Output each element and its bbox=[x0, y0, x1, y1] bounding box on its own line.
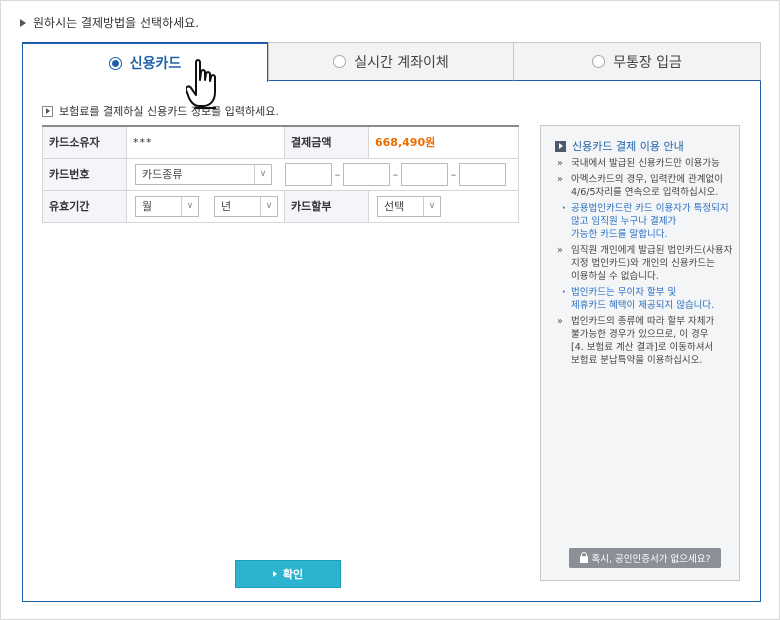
cert-button-label: 혹시, 공인인증서가 없으세요? bbox=[591, 554, 711, 565]
info-title: 신용카드 결제 이용 안내 bbox=[555, 138, 684, 154]
radio-icon bbox=[333, 55, 347, 68]
card-number-cell: 카드종류 ∨ – – – bbox=[126, 157, 519, 191]
installment-label: 카드할부 bbox=[284, 189, 369, 223]
chevron-down-icon: ∨ bbox=[254, 164, 271, 184]
triangle-bullet-icon bbox=[20, 18, 26, 27]
tab-label: 실시간 계좌이체 bbox=[354, 54, 449, 71]
expiry-year-select[interactable]: 년 ∨ bbox=[214, 195, 278, 217]
card-number-input-3[interactable] bbox=[401, 162, 448, 186]
info-list: 국내에서 발급된 신용카드만 이용가능 아멕스카드의 경우, 입력칸에 관계없이… bbox=[555, 157, 737, 370]
expiry-label: 유효기간 bbox=[42, 189, 127, 223]
dash: – bbox=[392, 167, 399, 181]
form-row-expiry: 유효기간 월 ∨ 년 ∨ 카드할부 선택 ∨ bbox=[42, 189, 519, 223]
tab-label: 신용카드 bbox=[129, 56, 182, 72]
page-heading-text: 원하시는 결제방법을 선택하세요. bbox=[33, 16, 200, 30]
card-type-select[interactable]: 카드종류 ∨ bbox=[135, 163, 272, 185]
no-certificate-button[interactable]: 혹시, 공인인증서가 없으세요? bbox=[569, 548, 721, 568]
tab-realtime-transfer[interactable]: 실시간 계좌이체 bbox=[268, 42, 514, 81]
form-row-holder: 카드소유자 *** 결제금액 668,490원 bbox=[42, 125, 519, 159]
chevron-down-icon: ∨ bbox=[260, 196, 277, 216]
confirm-button-label: 확인 bbox=[282, 568, 304, 581]
arrow-box-icon bbox=[42, 105, 53, 117]
radio-icon bbox=[592, 55, 606, 68]
triangle-right-icon bbox=[272, 571, 277, 577]
info-sub-item: 법인카드는 무이자 할부 및 제휴카드 혜택이 제공되지 않습니다. bbox=[555, 286, 737, 312]
tab-credit-card[interactable]: 신용카드 bbox=[22, 42, 268, 82]
holder-label: 카드소유자 bbox=[42, 125, 127, 159]
info-item: 국내에서 발급된 신용카드만 이용가능 bbox=[555, 157, 737, 170]
card-number-input-1[interactable] bbox=[285, 162, 332, 186]
card-type-value: 카드종류 bbox=[142, 168, 183, 181]
expiry-month-select[interactable]: 월 ∨ bbox=[135, 195, 199, 217]
info-sub-item: 공용법인카드란 카드 이용자가 특정되지 않고 임직원 누구나 결제가 가능한 … bbox=[555, 202, 737, 241]
lock-icon bbox=[579, 552, 588, 563]
dash: – bbox=[450, 167, 457, 181]
section-note: 보험료를 결제하실 신용카드 정보를 입력하세요. bbox=[42, 103, 279, 119]
info-item: 아멕스카드의 경우, 입력칸에 관계없이 4/6/5자리를 연속으로 입력하십시… bbox=[555, 173, 737, 199]
chevron-down-icon: ∨ bbox=[423, 196, 440, 216]
section-note-text: 보험료를 결제하실 신용카드 정보를 입력하세요. bbox=[59, 105, 279, 118]
installment-select[interactable]: 선택 ∨ bbox=[377, 195, 441, 217]
card-info-form: 카드소유자 *** 결제금액 668,490원 카드번호 카드종류 ∨ – – – … bbox=[42, 125, 519, 223]
tab-label: 무통장 입금 bbox=[613, 54, 682, 71]
installment-cell: 선택 ∨ bbox=[368, 189, 519, 223]
chevron-down-icon: ∨ bbox=[181, 196, 198, 216]
info-item: 법인카드의 종류에 따라 할부 자체가 불가능한 경우가 있으므로, 이 경우 … bbox=[555, 315, 737, 367]
radio-selected-icon bbox=[108, 56, 122, 70]
card-number-input-4[interactable] bbox=[459, 162, 506, 186]
card-number-label: 카드번호 bbox=[42, 157, 127, 191]
confirm-button[interactable]: 확인 bbox=[235, 560, 341, 588]
play-box-icon bbox=[555, 140, 566, 152]
card-info-guide: 신용카드 결제 이용 안내 국내에서 발급된 신용카드만 이용가능 아멕스카드의… bbox=[540, 125, 740, 581]
tab-bank-deposit[interactable]: 무통장 입금 bbox=[514, 42, 761, 81]
amount-value: 668,490원 bbox=[368, 125, 519, 159]
form-row-card-number: 카드번호 카드종류 ∨ – – – bbox=[42, 157, 519, 191]
dash: – bbox=[334, 167, 341, 181]
expiry-year-value: 년 bbox=[221, 200, 232, 213]
expiry-month-value: 월 bbox=[142, 200, 153, 213]
info-item: 임직원 개인에게 발급된 법인카드(사용자 지정 법인카드)와 개인의 신용카드… bbox=[555, 244, 737, 283]
page-heading: 원하시는 결제방법을 선택하세요. bbox=[20, 14, 199, 31]
card-number-input-2[interactable] bbox=[343, 162, 390, 186]
expiry-cell: 월 ∨ 년 ∨ bbox=[126, 189, 285, 223]
installment-value: 선택 bbox=[384, 200, 405, 213]
info-title-text: 신용카드 결제 이용 안내 bbox=[572, 140, 684, 153]
amount-label: 결제금액 bbox=[284, 125, 369, 159]
holder-value: *** bbox=[126, 125, 285, 159]
pointer-hand-icon bbox=[186, 59, 216, 109]
